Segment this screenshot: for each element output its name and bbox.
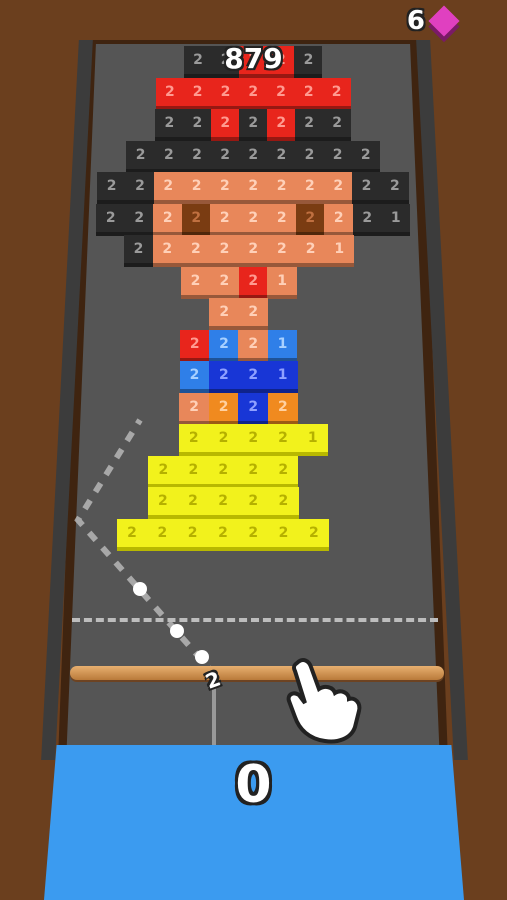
danger-line bbox=[72, 618, 438, 622]
launcher-bar[interactable] bbox=[70, 666, 444, 680]
gem-counter: 6 bbox=[406, 5, 460, 37]
ball bbox=[170, 624, 184, 638]
pointing-hand-icon bbox=[285, 655, 365, 749]
ball bbox=[195, 650, 209, 664]
gem-count: 6 bbox=[406, 6, 425, 36]
aim-path-line bbox=[74, 418, 218, 677]
ball bbox=[133, 582, 147, 596]
pink-gem-icon bbox=[428, 5, 460, 37]
score: 879 bbox=[224, 42, 283, 75]
ball-count: 0 bbox=[235, 755, 272, 815]
